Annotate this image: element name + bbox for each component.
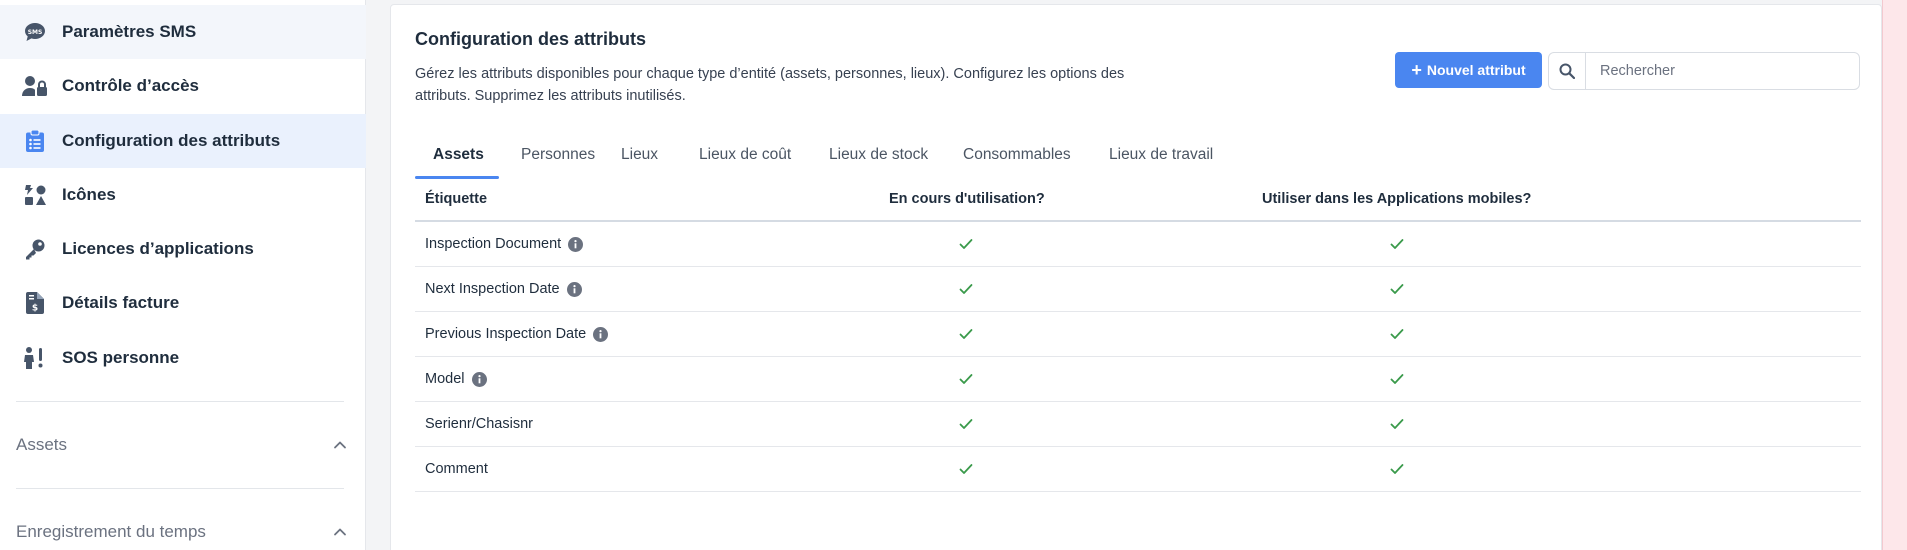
person-alert-icon (22, 345, 48, 371)
table-row[interactable]: Next Inspection Date (415, 267, 1861, 312)
attributes-table: Étiquette En cours d'utilisation? Utilis… (415, 178, 1861, 492)
clipboard-list-icon (22, 128, 48, 154)
sidebar-item-label: SOS personne (62, 348, 180, 367)
sidebar-divider (16, 488, 344, 489)
search-icon[interactable] (1549, 53, 1586, 89)
table-row[interactable]: Serienr/Chasisnr (415, 402, 1861, 447)
in-use-check-icon (958, 326, 974, 342)
tab-consommables[interactable]: Consommables (959, 131, 1075, 179)
info-icon[interactable] (471, 371, 487, 387)
invoice-icon: $ (22, 290, 48, 316)
attribute-label-cell: Comment (425, 447, 488, 491)
sidebar-item-attribute-config[interactable]: Configuration des attributs (0, 114, 366, 168)
attribute-label: Model (425, 371, 465, 387)
key-icon (22, 236, 48, 262)
sidebar-section-time-tracking[interactable]: Enregistrement du temps (16, 512, 348, 550)
tab-lieux-de-travail[interactable]: Lieux de travail (1105, 131, 1217, 179)
entity-tabs: Assets Personnes Lieux Lieux de coût Lie… (415, 131, 1861, 181)
sidebar: SMS Paramètres SMS Contrôle d’accès Conf… (0, 0, 366, 550)
table-row[interactable]: Comment (415, 447, 1861, 492)
chevron-up-icon (334, 528, 346, 536)
sidebar-section-label: Enregistrement du temps (16, 522, 206, 541)
right-edge-strip (1882, 0, 1907, 550)
sidebar-item-access-control[interactable]: Contrôle d’accès (0, 59, 366, 113)
in-use-check-icon (958, 461, 974, 477)
tab-lieux-de-cout[interactable]: Lieux de coût (695, 131, 795, 179)
attribute-label: Serienr/Chasisnr (425, 416, 533, 432)
mobile-check-icon (1389, 236, 1405, 252)
plus-icon: + (1411, 60, 1422, 80)
sidebar-item-sms-settings[interactable]: SMS Paramètres SMS (0, 5, 366, 59)
main-panel: Configuration des attributs Gérez les at… (390, 4, 1882, 550)
tab-personnes[interactable]: Personnes (517, 131, 599, 179)
chevron-up-icon (334, 441, 346, 449)
search-input[interactable] (1586, 63, 1846, 79)
attribute-label: Inspection Document (425, 236, 562, 252)
tab-lieux[interactable]: Lieux (617, 131, 662, 179)
sidebar-item-label: Configuration des attributs (62, 131, 281, 150)
column-header-in-use[interactable]: En cours d'utilisation? (889, 178, 1045, 220)
sidebar-item-label: Licences d’applications (62, 239, 254, 258)
new-attribute-label: Nouvel attribut (1426, 62, 1526, 78)
sidebar-item-icons[interactable]: Icônes (0, 168, 366, 222)
tab-assets[interactable]: Assets (429, 131, 488, 179)
in-use-check-icon (958, 236, 974, 252)
table-row[interactable]: Model (415, 357, 1861, 402)
attribute-label: Next Inspection Date (425, 281, 560, 297)
sidebar-section-assets[interactable]: Assets (16, 425, 348, 465)
column-header-label[interactable]: Étiquette (425, 178, 487, 220)
table-body: Inspection Document Next Inspection Date P… (415, 222, 1861, 492)
page-description: Gérez les attributs disponibles pour cha… (415, 66, 1125, 104)
tab-lieux-de-stock[interactable]: Lieux de stock (825, 131, 932, 179)
sidebar-section-label: Assets (16, 435, 68, 454)
in-use-check-icon (958, 371, 974, 387)
attribute-label-cell: Model (425, 357, 487, 401)
sidebar-item-invoice-details[interactable]: $ Détails facture (0, 276, 366, 330)
attribute-label-cell: Previous Inspection Date (425, 312, 609, 356)
attribute-label-cell: Inspection Document (425, 222, 584, 266)
sidebar-item-label: Contrôle d’accès (62, 76, 199, 95)
attribute-label-cell: Next Inspection Date (425, 267, 582, 311)
info-icon[interactable] (568, 236, 584, 252)
table-row[interactable]: Previous Inspection Date (415, 312, 1861, 357)
sidebar-item-label: Paramètres SMS (62, 22, 197, 41)
mobile-check-icon (1389, 416, 1405, 432)
info-icon[interactable] (566, 281, 582, 297)
icons-icon (22, 182, 48, 208)
attribute-label-cell: Serienr/Chasisnr (425, 402, 533, 446)
mobile-check-icon (1389, 326, 1405, 342)
sidebar-item-label: Détails facture (62, 293, 180, 312)
sidebar-item-sos-person[interactable]: SOS personne (0, 331, 366, 385)
in-use-check-icon (958, 281, 974, 297)
table-row[interactable]: Inspection Document (415, 222, 1861, 267)
mobile-check-icon (1389, 371, 1405, 387)
table-header: Étiquette En cours d'utilisation? Utilis… (415, 178, 1861, 222)
page-title: Configuration des attributs (415, 29, 646, 49)
sms-bubble-icon: SMS (22, 19, 48, 45)
sidebar-item-app-licenses[interactable]: Licences d’applications (0, 222, 366, 276)
new-attribute-button[interactable]: + Nouvel attribut (1395, 52, 1542, 88)
attribute-label: Comment (425, 461, 488, 477)
user-lock-icon (22, 73, 48, 99)
attribute-label: Previous Inspection Date (425, 326, 587, 342)
sidebar-item-label: Icônes (62, 185, 116, 204)
mobile-check-icon (1389, 461, 1405, 477)
search-box (1548, 52, 1860, 90)
sidebar-divider (16, 401, 344, 402)
mobile-check-icon (1389, 281, 1405, 297)
column-header-mobile[interactable]: Utiliser dans les Applications mobiles? (1262, 178, 1531, 220)
info-icon[interactable] (593, 326, 609, 342)
svg-text:$: $ (32, 304, 38, 314)
in-use-check-icon (958, 416, 974, 432)
svg-text:SMS: SMS (28, 29, 43, 36)
